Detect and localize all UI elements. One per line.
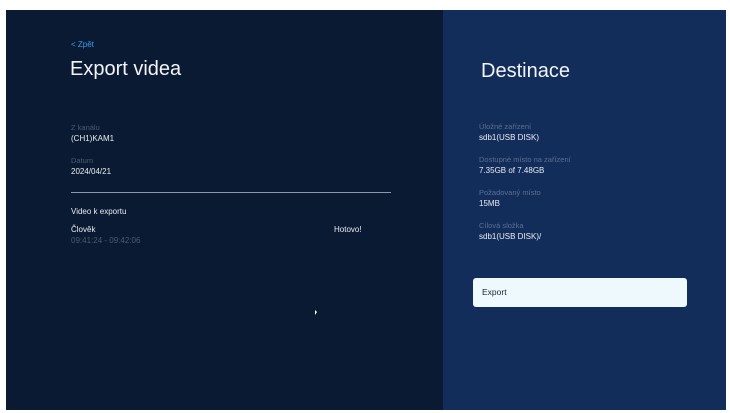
storage-device-label: Úložné zařízení xyxy=(479,122,532,131)
required-space-label: Požadovaný místo xyxy=(479,188,541,197)
video-item-name: Člověk xyxy=(71,225,96,234)
storage-device-value: sdb1(USB DISK) xyxy=(479,133,540,142)
target-folder-label: Cílová složka xyxy=(479,221,524,230)
destination-panel: Destinace Úložné zařízení sdb1(USB DISK)… xyxy=(443,10,726,410)
channel-value: (CH1)KAM1 xyxy=(71,134,115,143)
export-video-panel: < Zpět Export videa Z kanálu (CH1)KAM1 D… xyxy=(6,10,443,410)
date-value: 2024/04/21 xyxy=(71,167,112,176)
video-item-time-range: 09:41:24 - 09:42:06 xyxy=(71,236,141,245)
video-section-title: Video k exportu xyxy=(71,207,127,216)
video-item-status: Hotovo! xyxy=(334,225,362,234)
destination-title: Destinace xyxy=(481,60,570,82)
date-label: Datum xyxy=(71,156,94,165)
export-button[interactable]: Export xyxy=(473,278,687,307)
available-space-label: Dostupné místo na zařízení xyxy=(479,155,571,164)
back-link[interactable]: < Zpět xyxy=(71,40,94,49)
page-title: Export videa xyxy=(70,58,182,80)
mouse-cursor-icon xyxy=(315,310,317,315)
section-divider xyxy=(71,192,391,193)
export-screen: < Zpět Export videa Z kanálu (CH1)KAM1 D… xyxy=(6,10,726,410)
channel-label: Z kanálu xyxy=(71,123,100,132)
available-space-value: 7.35GB of 7.48GB xyxy=(479,166,545,175)
target-folder-value: sdb1(USB DISK)/ xyxy=(479,232,542,241)
required-space-value: 15MB xyxy=(479,199,500,208)
